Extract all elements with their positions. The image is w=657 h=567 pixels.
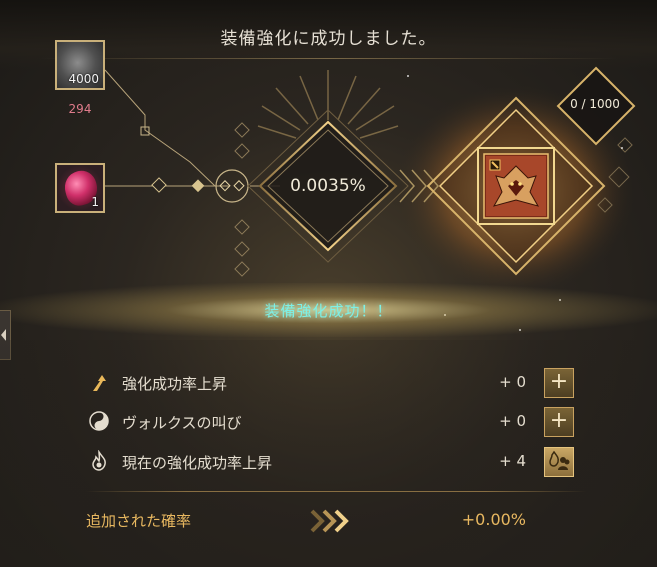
- enhance-rate: 0.0035%: [290, 176, 366, 196]
- bonus-label: 強化成功率上昇: [122, 375, 228, 393]
- dragon-equipment-icon: [486, 156, 546, 216]
- current-rate-detail-button[interactable]: [544, 447, 574, 477]
- add-success-rate-button[interactable]: +: [544, 368, 574, 398]
- plus-icon: +: [549, 408, 569, 433]
- gem-count: 1: [91, 195, 99, 209]
- diamond-chain: [234, 122, 250, 277]
- material-slot-stone[interactable]: 4000: [55, 40, 105, 90]
- bonus-value: + 0: [499, 373, 526, 391]
- plus-icon: +: [549, 369, 569, 394]
- stone-owned-count: 294: [68, 102, 92, 116]
- connector-node: [151, 177, 167, 193]
- bonus-label: 現在の強化成功率上昇: [122, 454, 273, 472]
- panel-divider: [86, 491, 586, 492]
- connector-lines: [104, 69, 280, 187]
- yin-yang-icon: [88, 410, 110, 432]
- material-slot-gem[interactable]: 1: [55, 163, 105, 213]
- success-text: 装備強化成功！！: [264, 302, 393, 320]
- double-chevron-icon: [310, 509, 349, 533]
- flame-people-icon: [549, 450, 570, 470]
- added-probability-value: +0.00%: [461, 510, 526, 529]
- bonus-label: ヴォルクスの叫び: [122, 414, 242, 432]
- added-probability-label: 追加された確率: [86, 512, 192, 530]
- bonus-value: + 0: [499, 412, 526, 430]
- connector-node: [191, 179, 205, 193]
- arrow-up-icon: [88, 372, 110, 394]
- flame-icon: [88, 449, 110, 472]
- enhance-counter: 0 / 1000: [570, 97, 620, 111]
- add-volks-cry-button[interactable]: +: [544, 407, 574, 437]
- stone-count: 4000: [68, 72, 99, 86]
- bonus-value: + 4: [499, 452, 526, 470]
